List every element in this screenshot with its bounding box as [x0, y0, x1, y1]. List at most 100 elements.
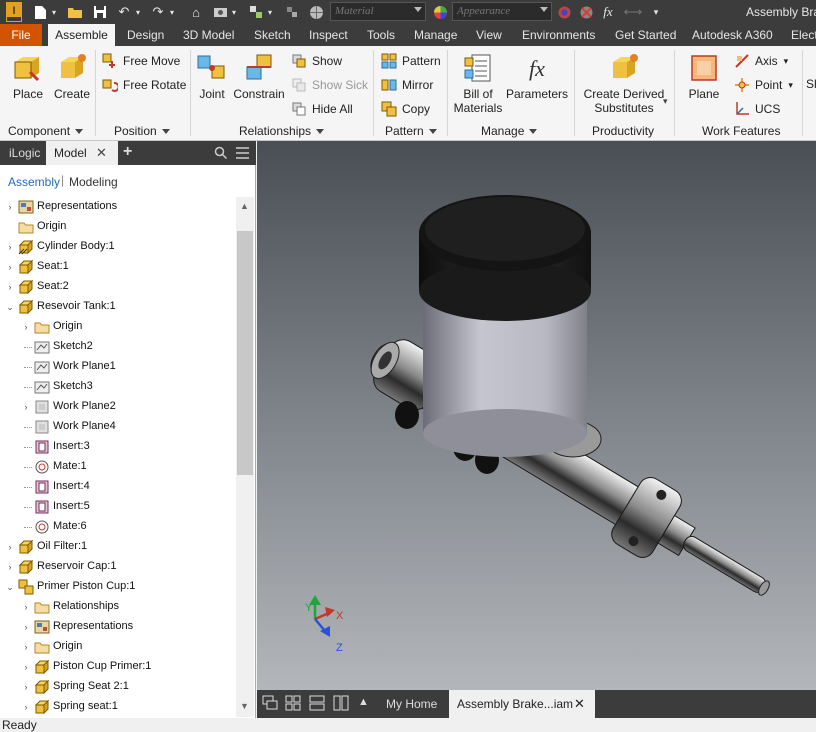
expand-chevron-icon[interactable]: ›	[6, 262, 14, 272]
search-icon[interactable]	[214, 146, 228, 160]
tree-node[interactable]: Work Plane1	[0, 357, 236, 377]
tree-node[interactable]: ⌄ Primer Piston Cup:1	[0, 577, 236, 597]
expand-chevron-icon[interactable]: ›	[22, 702, 30, 712]
tree-node[interactable]: Work Plane4	[0, 417, 236, 437]
expand-chevron-icon[interactable]: ›	[6, 542, 14, 552]
group-pattern[interactable]: Pattern	[385, 124, 437, 138]
tree-node[interactable]: › Origin	[0, 637, 236, 657]
point-button[interactable]: Point ▾	[734, 77, 793, 93]
redo-icon[interactable]: ↷	[150, 3, 166, 21]
close-icon[interactable]: ✕	[574, 696, 585, 712]
undo-icon[interactable]: ↶	[116, 3, 132, 21]
select-filter-icon[interactable]	[248, 3, 264, 21]
tab-autodesk-a360[interactable]: Autodesk A360	[692, 24, 773, 46]
tree-node[interactable]: Mate:6	[0, 517, 236, 537]
constrain-button[interactable]: Constrain	[232, 52, 286, 101]
update-icon[interactable]	[212, 3, 228, 21]
new-dropdown-icon[interactable]: ▾	[50, 3, 58, 21]
tree-node[interactable]: › Seat:2	[0, 277, 236, 297]
tab-view[interactable]: View	[476, 24, 502, 46]
scroll-thumb[interactable]	[237, 231, 253, 475]
tab-tools[interactable]: Tools	[367, 24, 395, 46]
tab-my-home[interactable]: My Home	[378, 690, 445, 718]
parameters-button[interactable]: fx Parameters	[506, 52, 568, 101]
tab-file[interactable]: File	[0, 24, 42, 46]
save-icon[interactable]	[92, 3, 108, 21]
tree-node[interactable]: Sketch3	[0, 377, 236, 397]
show-sick-button[interactable]: Show Sick	[291, 77, 368, 93]
expand-chevron-icon[interactable]: ›	[6, 562, 14, 572]
expand-chevron-icon[interactable]: ›	[22, 322, 30, 332]
pattern-button[interactable]: Pattern	[381, 53, 441, 69]
mode-assembly[interactable]: Assembly	[8, 175, 60, 189]
undo-dropdown-icon[interactable]: ▾	[134, 3, 142, 21]
add-tab-button[interactable]: +	[123, 143, 132, 161]
tile-horizontal-icon[interactable]	[309, 695, 325, 711]
adjust-appearance-icon[interactable]	[556, 3, 572, 21]
graphics-viewport[interactable]: Y X Z	[257, 141, 816, 690]
expand-chevron-icon[interactable]: ›	[6, 242, 14, 252]
tree-node[interactable]: Insert:4	[0, 477, 236, 497]
tab-assemble[interactable]: Assemble	[48, 24, 115, 46]
home-icon[interactable]: ⌂	[188, 3, 204, 21]
show-features-button[interactable]: Sh	[806, 77, 816, 91]
pan-icon[interactable]	[284, 3, 300, 21]
close-icon[interactable]: ✕	[96, 145, 107, 161]
axis-dropdown-icon[interactable]: ▾	[784, 56, 789, 67]
tree-node[interactable]: Origin	[0, 217, 236, 237]
collapse-chevron-icon[interactable]: ⌄	[6, 302, 14, 312]
free-rotate-button[interactable]: Free Rotate	[102, 77, 186, 93]
mirror-button[interactable]: Mirror	[381, 77, 433, 93]
cascade-windows-icon[interactable]	[262, 695, 278, 711]
plane-button[interactable]: Plane	[684, 52, 724, 101]
tree-node[interactable]: Mate:1	[0, 457, 236, 477]
create-derived-substitutes-button[interactable]: Create Derived Substitutes	[582, 52, 666, 115]
tree-node[interactable]: ⌄ Resevoir Tank:1	[0, 297, 236, 317]
brake-master-cylinder-model[interactable]: Y X Z	[257, 141, 816, 690]
tree-node[interactable]: Insert:5	[0, 497, 236, 517]
open-folder-icon[interactable]	[66, 3, 84, 21]
mode-modeling[interactable]: Modeling	[69, 175, 118, 189]
hide-all-button[interactable]: Hide All	[291, 101, 353, 117]
select-dropdown-icon[interactable]: ▾	[266, 3, 274, 21]
expand-chevron-icon[interactable]: ›	[22, 602, 30, 612]
tab-electromechanical[interactable]: Elect	[791, 24, 816, 46]
tree-node[interactable]: › Reservoir Cap:1	[0, 557, 236, 577]
tree-node[interactable]: › Seat:1	[0, 257, 236, 277]
scroll-down-icon[interactable]: ▼	[240, 701, 249, 711]
measure-icon[interactable]: ⟷	[620, 3, 646, 21]
tab-design[interactable]: Design	[127, 24, 164, 46]
tab-3d-model[interactable]: 3D Model	[183, 24, 234, 46]
scroll-up-icon[interactable]: ▲	[240, 201, 249, 211]
tree-node[interactable]: Sketch2	[0, 337, 236, 357]
copy-button[interactable]: Copy	[381, 101, 430, 117]
tree-node[interactable]: › Representations	[0, 197, 236, 217]
expand-chevron-icon[interactable]: ›	[22, 642, 30, 652]
place-button[interactable]: Place	[8, 52, 48, 101]
appearance-color-icon[interactable]	[432, 3, 448, 21]
group-relationships[interactable]: Relationships	[239, 124, 325, 138]
tree-node[interactable]: › Spring seat:1	[0, 697, 236, 717]
axis-button[interactable]: Axis ▾	[734, 53, 788, 69]
ucs-button[interactable]: UCS	[734, 101, 780, 117]
tree-node[interactable]: › Piston Cup Primer:1	[0, 657, 236, 677]
tab-model[interactable]: Model ✕	[46, 141, 118, 165]
fx-icon[interactable]: fx	[600, 3, 616, 21]
free-move-button[interactable]: Free Move	[102, 53, 180, 69]
browser-scrollbar[interactable]: ▲ ▼	[236, 197, 254, 717]
bill-of-materials-button[interactable]: Bill of Materials	[451, 52, 505, 115]
material-combo[interactable]: Material	[330, 2, 426, 21]
productivity-dropdown-icon[interactable]: ▾	[663, 96, 668, 107]
tree-node[interactable]: › Cylinder Body:1	[0, 237, 236, 257]
tab-ilogic[interactable]: iLogic	[9, 146, 40, 160]
tree-node[interactable]: › Spring Seat 2:1	[0, 677, 236, 697]
create-button[interactable]: Create	[52, 52, 92, 101]
inventor-logo-icon[interactable]: I	[4, 1, 24, 23]
tree-node[interactable]: › Origin	[0, 317, 236, 337]
tab-get-started[interactable]: Get Started	[615, 24, 676, 46]
group-manage[interactable]: Manage	[481, 124, 538, 138]
tab-assembly-brake[interactable]: Assembly Brake...iam ✕	[449, 690, 595, 718]
expand-chevron-icon[interactable]: ›	[6, 202, 14, 212]
expand-chevron-icon[interactable]: ›	[22, 402, 30, 412]
redo-dropdown-icon[interactable]: ▾	[168, 3, 176, 21]
